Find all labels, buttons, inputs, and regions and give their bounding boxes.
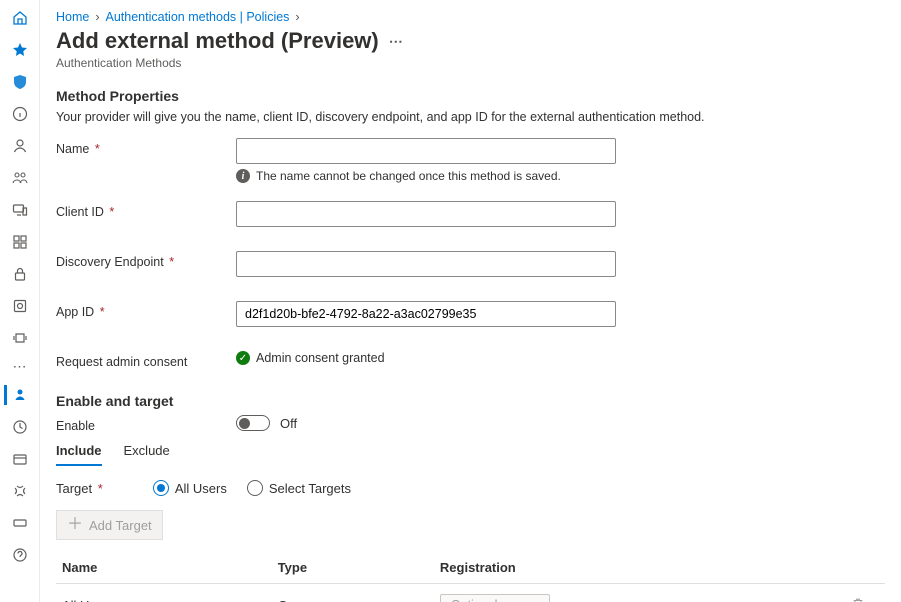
radio-checked-icon <box>153 480 169 496</box>
add-target-button: ＋ Add Target <box>56 510 163 540</box>
table-row: All Users Group Optional <box>56 584 885 602</box>
add-target-label: Add Target <box>89 518 152 533</box>
apps-icon[interactable] <box>4 230 36 254</box>
user-icon[interactable] <box>4 134 36 158</box>
lock-icon[interactable] <box>4 262 36 286</box>
label-discovery: Discovery Endpoint * <box>56 251 236 269</box>
target-radio-row: Target * All Users Select Targets <box>56 480 885 496</box>
chevron-right-icon: › <box>95 10 99 24</box>
th-name: Name <box>56 552 272 584</box>
breadcrumb: Home › Authentication methods | Policies… <box>56 10 885 24</box>
cell-name: All Users <box>56 584 272 602</box>
main-content: Home › Authentication methods | Policies… <box>40 0 901 602</box>
more-icon[interactable]: ⋯ <box>13 358 27 375</box>
billing-icon[interactable] <box>4 447 36 471</box>
devices-icon[interactable] <box>4 198 36 222</box>
hint-name: i The name cannot be changed once this m… <box>236 169 616 183</box>
users-icon[interactable] <box>4 166 36 190</box>
radio-all-users-label: All Users <box>175 481 227 496</box>
input-name[interactable] <box>236 138 616 164</box>
radio-all-users[interactable]: All Users <box>153 480 227 496</box>
label-app-id: App ID * <box>56 301 236 319</box>
identity-icon[interactable] <box>4 383 36 407</box>
help-icon[interactable] <box>4 543 36 567</box>
tab-include[interactable]: Include <box>56 443 102 466</box>
label-consent: Request admin consent <box>56 351 236 369</box>
card-icon[interactable] <box>4 511 36 535</box>
toggle-enable[interactable] <box>236 415 270 431</box>
page-actions-more[interactable]: ⋯ <box>389 33 403 50</box>
section-enable-target: Enable and target <box>56 393 885 409</box>
star-icon[interactable] <box>4 38 36 62</box>
home-icon[interactable] <box>4 6 36 30</box>
info-icon: i <box>236 169 250 183</box>
radio-unchecked-icon <box>247 480 263 496</box>
sidebar-nav: ⋯ <box>0 0 40 602</box>
tab-exclude[interactable]: Exclude <box>124 443 170 466</box>
th-type: Type <box>272 552 434 584</box>
label-name: Name * <box>56 138 236 156</box>
targets-table: Name Type Registration All Users Group O… <box>56 552 885 602</box>
consent-status-text: Admin consent granted <box>256 351 385 365</box>
hint-name-text: The name cannot be changed once this met… <box>256 169 561 183</box>
plus-icon: ＋ <box>67 517 83 533</box>
label-target: Target * <box>56 481 103 496</box>
th-registration: Registration <box>434 552 845 584</box>
section-method-properties: Method Properties <box>56 88 885 104</box>
label-enable: Enable <box>56 415 236 433</box>
check-icon: ✓ <box>236 351 250 365</box>
delete-row-button[interactable] <box>851 599 865 602</box>
page-title-row: Add external method (Preview) ⋯ <box>56 28 885 54</box>
radio-select-targets[interactable]: Select Targets <box>247 480 351 496</box>
page-title: Add external method (Preview) <box>56 28 379 54</box>
label-client-id: Client ID * <box>56 201 236 219</box>
method-properties-intro: Your provider will give you the name, cl… <box>56 110 885 124</box>
box-icon[interactable] <box>4 294 36 318</box>
input-app-id[interactable] <box>236 301 616 327</box>
chevron-right-icon: › <box>295 10 299 24</box>
page-subtitle: Authentication Methods <box>56 56 885 70</box>
registration-select[interactable]: Optional <box>440 594 550 602</box>
settings-icon[interactable] <box>4 479 36 503</box>
input-discovery[interactable] <box>236 251 616 277</box>
breadcrumb-home[interactable]: Home <box>56 10 89 24</box>
radio-select-targets-label: Select Targets <box>269 481 351 496</box>
input-client-id[interactable] <box>236 201 616 227</box>
cell-type: Group <box>272 584 434 602</box>
consent-status: ✓ Admin consent granted <box>236 351 616 365</box>
breadcrumb-auth-policies[interactable]: Authentication methods | Policies <box>106 10 290 24</box>
sync-icon[interactable] <box>4 326 36 350</box>
info-icon[interactable] <box>4 102 36 126</box>
target-tabs: Include Exclude <box>56 443 885 466</box>
shield-icon[interactable] <box>4 70 36 94</box>
security-icon[interactable] <box>4 415 36 439</box>
toggle-enable-state: Off <box>280 416 297 431</box>
